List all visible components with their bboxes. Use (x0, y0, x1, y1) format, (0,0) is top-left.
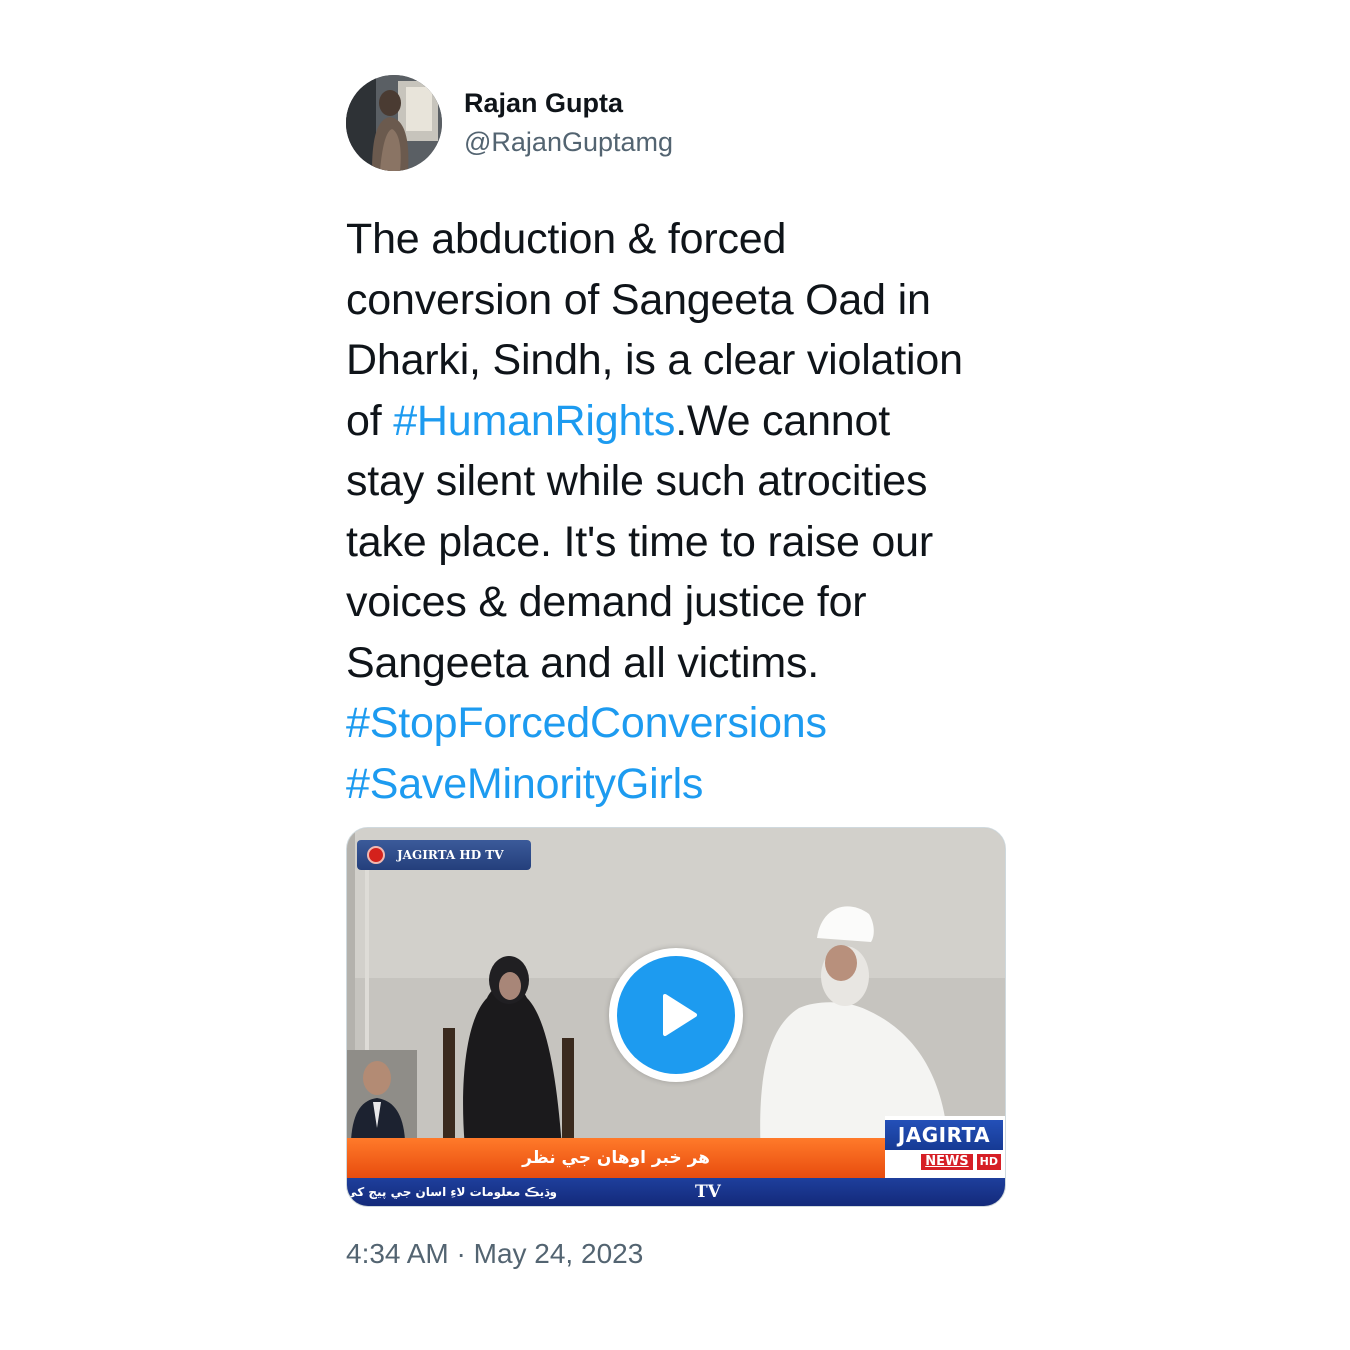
play-button[interactable] (609, 948, 743, 1082)
tweet-text-line: The abduction & forced (346, 209, 1016, 270)
hashtag-link[interactable]: #SaveMinorityGirls (346, 760, 703, 808)
tweet-text-segment: Dharki, Sindh, is a clear violation (346, 336, 963, 384)
tweet-text-segment: of (346, 396, 394, 445)
tweet-text-segment: .We cannot (675, 396, 890, 445)
channel-logo: JAGIRTA NEWS HD (885, 1116, 1005, 1178)
display-name[interactable]: Rajan Gupta (464, 87, 673, 119)
channel-badge-label: JAGIRTA HD TV (397, 848, 504, 862)
user-handle[interactable]: @RajanGuptamg (464, 125, 673, 159)
author-names: Rajan Gupta @RajanGuptamg (464, 87, 673, 159)
logo-hd: HD (976, 1154, 1001, 1170)
tweet-text-segment: The abduction & forced (346, 215, 787, 263)
hashtag-link[interactable]: #StopForcedConversions (346, 699, 827, 747)
play-button-circle (617, 956, 735, 1074)
ticker-tv-label: TV (695, 1182, 721, 1202)
tweet-text-line: Sangeeta and all victims. (346, 633, 1016, 694)
avatar[interactable] (346, 75, 442, 171)
tweet-text-line: voices & demand justice for (346, 572, 1016, 633)
ticker-bottom-text: وڌيڪ معلومات لاءِ اسان جي پيج کي (347, 1185, 557, 1199)
news-ticker-bottom: وڌيڪ معلومات لاءِ اسان جي پيج کي TV (347, 1178, 1005, 1206)
tweet-text-segment: Sangeeta and all victims. (346, 638, 820, 687)
tweet-text-line: stay silent while such atrocities (346, 451, 1016, 512)
tweet-timestamp[interactable]: 4:34 AM · May 24, 2023 (346, 1238, 643, 1270)
tweet-text-line: #SaveMinorityGirls (346, 754, 1016, 815)
tweet-text-line: of #HumanRights.We cannot (346, 391, 1016, 452)
tweet-text-segment: stay silent while such atrocities (346, 457, 928, 505)
tweet: Rajan Gupta @RajanGuptamg The abduction … (346, 75, 1006, 1269)
tweet-text-line: #StopForcedConversions (346, 693, 1016, 754)
tweet-text-line: conversion of Sangeeta Oad in (346, 270, 1016, 331)
channel-badge: JAGIRTA HD TV (357, 840, 531, 870)
tweet-text: The abduction & forced conversion of Sang… (346, 209, 1016, 814)
tweet-text-segment: voices & demand justice for (346, 578, 867, 626)
tweet-header: Rajan Gupta @RajanGuptamg (346, 75, 1006, 171)
record-dot-icon (367, 846, 385, 864)
tweet-text-segment: take place. It's time to raise our (346, 517, 933, 566)
hashtag-link[interactable]: #HumanRights (393, 397, 675, 445)
tweet-text-line: Dharki, Sindh, is a clear violation (346, 330, 1016, 391)
video-player[interactable]: JAGIRTA HD TV هر خبر اوهان جي نظر وڌيڪ م… (346, 827, 1006, 1207)
news-ticker-main: هر خبر اوهان جي نظر (347, 1138, 885, 1178)
tweet-text-line: take place. It's time to raise our (346, 512, 1016, 573)
tweet-text-segment: conversion of Sangeeta Oad in (346, 275, 931, 324)
profile-photo-icon (346, 75, 442, 171)
logo-news: NEWS (921, 1154, 973, 1170)
logo-name: JAGIRTA (885, 1120, 1003, 1150)
logo-newsbar: NEWS HD (885, 1152, 1003, 1172)
play-icon (663, 994, 697, 1036)
